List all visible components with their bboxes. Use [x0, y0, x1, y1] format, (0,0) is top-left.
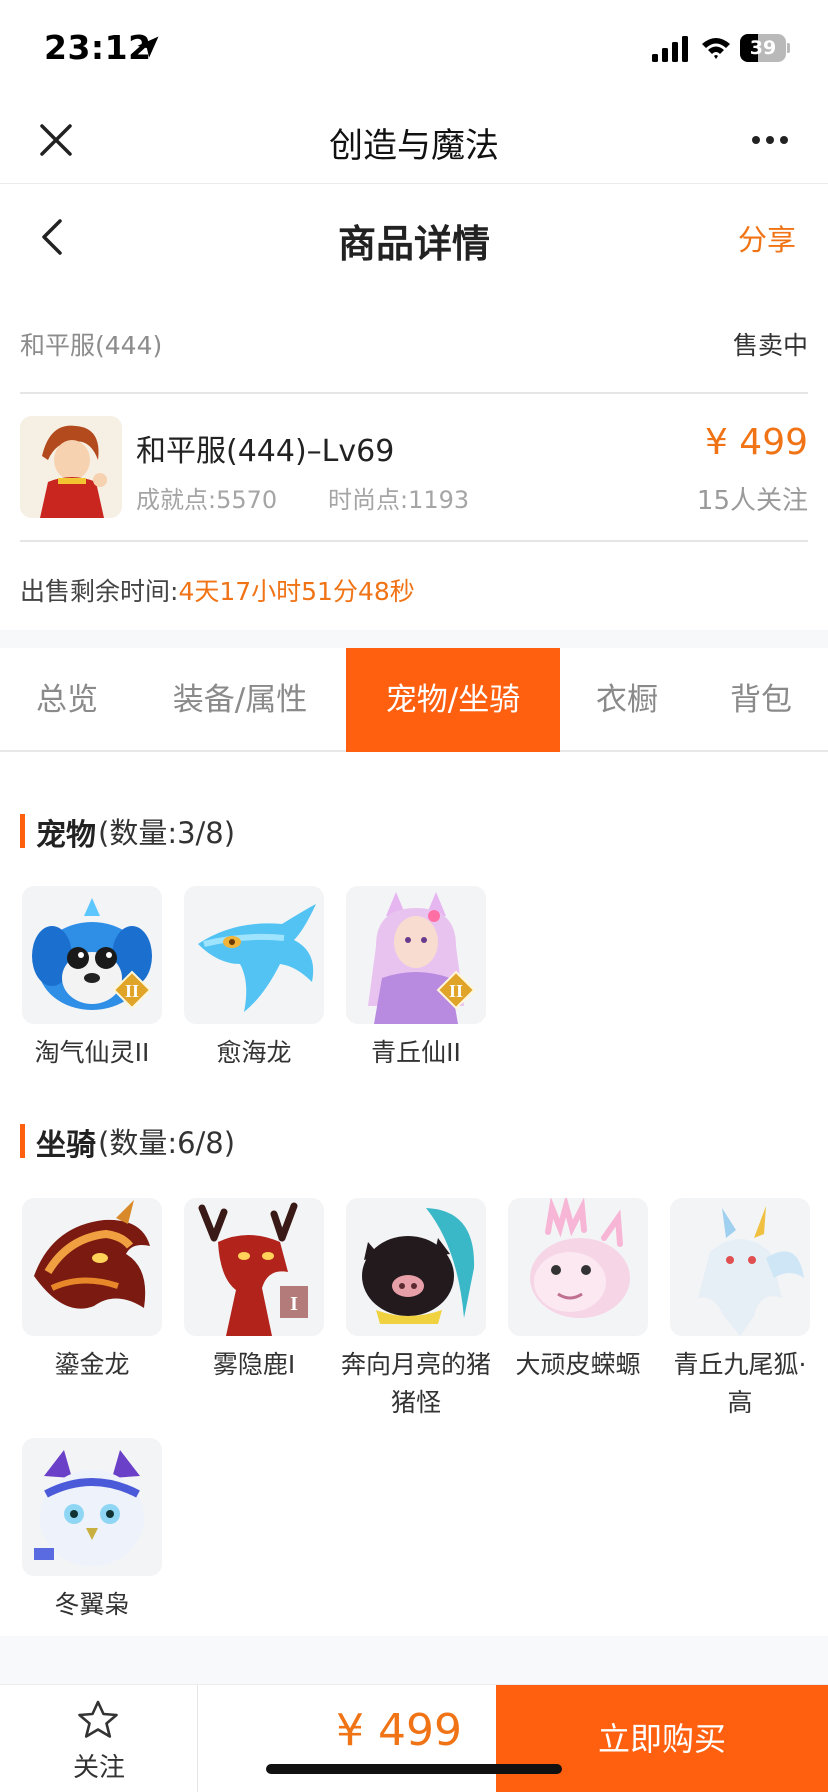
time-remaining-value: 4天17小时51分48秒 — [178, 577, 415, 606]
fashion-points: 时尚点:1193 — [328, 486, 470, 514]
tier-badge-icon: II — [112, 970, 152, 1010]
pig-monster-mount-icon — [346, 1198, 486, 1336]
share-button[interactable]: 分享 — [738, 217, 796, 259]
page-title: 商品详情 — [337, 222, 490, 266]
mounts-section-header: 坐骑 (数量:6/8) — [20, 1120, 320, 1163]
wifi-icon — [702, 38, 730, 59]
tab-equipment[interactable]: 装备/属性 — [134, 648, 346, 752]
mounts-count: (数量:6/8) — [98, 1126, 236, 1160]
red-deer-mount-icon: I — [184, 1198, 324, 1336]
bottom-action-bar: 关注 ¥ 499 立即购买 — [0, 1684, 828, 1792]
server-row: 和平服(444) 售卖中 — [20, 322, 808, 394]
more-options-icon[interactable] — [748, 118, 792, 162]
nine-tail-fox-mount-icon — [670, 1198, 810, 1336]
svg-text:II: II — [125, 981, 139, 1001]
cellular-signal-icon — [652, 36, 688, 62]
app-title: 创造与魔法 — [329, 126, 499, 166]
section-divider — [0, 630, 828, 648]
pet-name: 淘气仙灵II — [34, 1038, 150, 1067]
svg-text:I: I — [290, 1293, 298, 1315]
tab-pets-mounts[interactable]: 宠物/坐骑 — [346, 648, 560, 752]
sale-time-remaining: 出售剩余时间:4天17小时51分48秒 — [20, 572, 415, 608]
buy-now-button[interactable]: 立即购买 — [496, 1685, 828, 1792]
sale-status: 售卖中 — [732, 331, 808, 360]
pets-count: (数量:3/8) — [98, 816, 236, 850]
product-title: 和平服(444)–Lv69 — [136, 434, 395, 469]
character-avatar — [20, 416, 122, 518]
axolotl-mount-icon — [508, 1198, 648, 1336]
golden-dragon-mount-icon — [22, 1198, 162, 1336]
tab-overview[interactable]: 总览 — [0, 648, 134, 752]
location-arrow-icon — [137, 36, 159, 58]
product-summary[interactable]: 和平服(444)–Lv69 成就点:5570 时尚点:1193 ¥ 499 15… — [20, 396, 808, 542]
sea-dragon-pet-icon — [184, 886, 324, 1024]
pet-name: 青丘仙II — [371, 1038, 461, 1067]
battery-indicator: 39 — [740, 34, 790, 62]
section-accent-bar — [20, 814, 25, 848]
tab-wardrobe[interactable]: 衣橱 — [560, 648, 694, 752]
bottom-price: ¥ 499 — [336, 1705, 462, 1756]
achievement-points: 成就点:5570 — [136, 486, 278, 514]
app-header: 创造与魔法 — [0, 96, 828, 184]
fox-fairy-pet-icon: II — [346, 886, 486, 1024]
star-icon — [78, 1700, 118, 1738]
mount-name: 雾隐鹿I — [212, 1350, 296, 1379]
time-remaining-label: 出售剩余时间: — [20, 577, 179, 606]
bottom-spacer — [0, 1636, 828, 1684]
pet-name: 愈海龙 — [216, 1038, 292, 1067]
watcher-count: 15人关注 — [696, 486, 808, 516]
tier-badge-icon: II — [436, 970, 476, 1010]
mount-name: 冬翼枭 — [54, 1590, 130, 1619]
product-price: ¥ 499 — [704, 422, 808, 463]
status-bar: 23:12 39 — [0, 0, 828, 96]
blue-puppy-pet-icon: II — [22, 886, 162, 1024]
tab-backpack[interactable]: 背包 — [694, 648, 828, 752]
mount-name: 青丘九尾狐·高 — [673, 1350, 807, 1417]
section-accent-bar — [20, 1124, 25, 1158]
home-indicator — [266, 1764, 562, 1774]
pets-section-header: 宠物 (数量:3/8) — [20, 810, 320, 853]
mount-name: 大顽皮蝾螈 — [515, 1350, 641, 1379]
server-name: 和平服(444) — [20, 331, 163, 360]
battery-percent: 39 — [749, 37, 777, 59]
pets-section-title: 宠物 — [36, 818, 96, 853]
mount-name: 鎏金龙 — [54, 1350, 130, 1379]
winter-owl-mount-icon — [22, 1438, 162, 1576]
svg-text:II: II — [449, 981, 463, 1001]
page-header: 商品详情 分享 — [0, 185, 828, 289]
mount-name: 奔向月亮的猪猪怪 — [340, 1350, 491, 1417]
mounts-section-title: 坐骑 — [36, 1128, 96, 1163]
tier-badge-icon: I — [280, 1286, 308, 1318]
follow-label: 关注 — [72, 1753, 125, 1783]
detail-tabs: 总览 装备/属性 宠物/坐骑 衣橱 背包 — [0, 648, 828, 752]
follow-button[interactable]: 关注 — [0, 1685, 198, 1792]
